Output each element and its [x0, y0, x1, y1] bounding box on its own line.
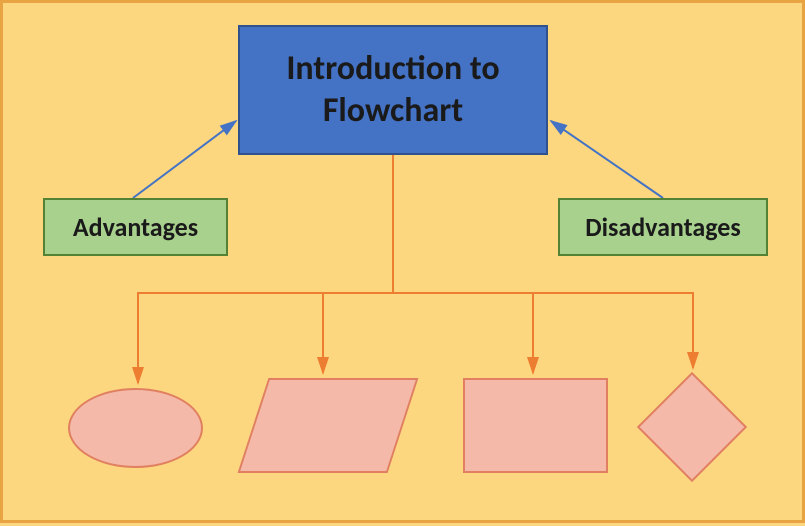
connector-to-parallelogram [323, 155, 393, 373]
title-text: Introduction to Flowchart [260, 48, 526, 133]
arrow-disadvantages-to-title [551, 121, 663, 198]
advantages-label: Advantages [73, 211, 198, 243]
disadvantages-label: Disadvantages [585, 211, 741, 243]
connector-to-diamond [393, 155, 693, 368]
disadvantages-box: Disadvantages [558, 198, 768, 256]
flowchart-shape-ellipse [68, 388, 203, 468]
title-box: Introduction to Flowchart [238, 25, 548, 155]
advantages-box: Advantages [43, 198, 228, 256]
connector-to-rectangle [393, 155, 533, 373]
flowchart-shape-diamond [637, 372, 747, 482]
arrow-advantages-to-title [133, 121, 236, 198]
flowchart-shape-rectangle [463, 378, 608, 473]
connector-to-ellipse [138, 155, 393, 383]
flowchart-shape-parallelogram [238, 378, 419, 473]
